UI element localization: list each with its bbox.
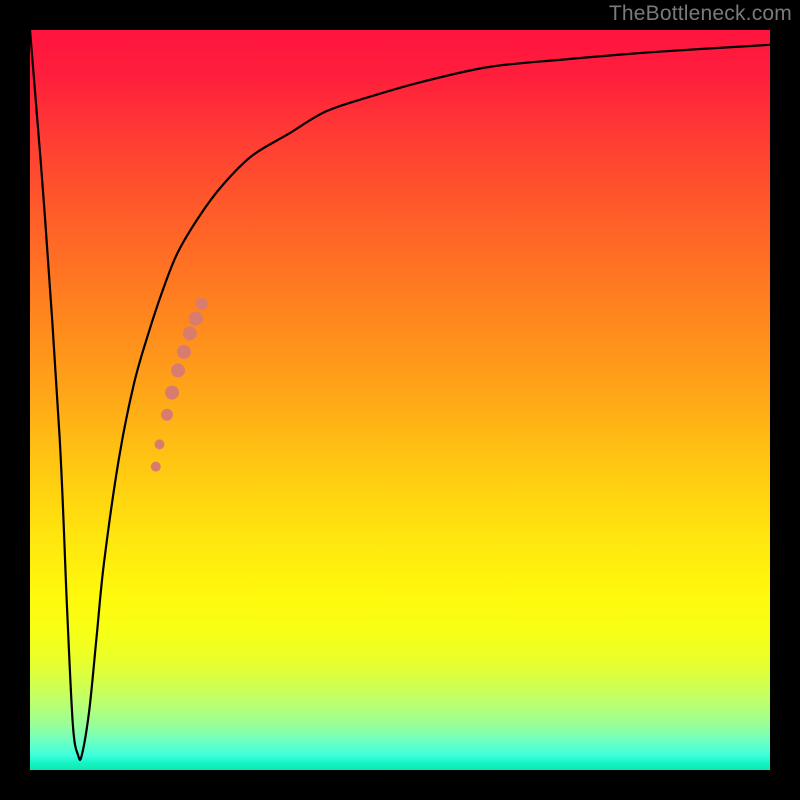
highlight-dot	[183, 326, 197, 340]
highlight-markers	[151, 298, 208, 472]
highlight-dot	[151, 462, 161, 472]
highlight-dot	[196, 298, 208, 310]
highlight-dot	[161, 409, 173, 421]
highlight-dot	[171, 363, 185, 377]
bottleneck-curve	[30, 30, 770, 760]
highlight-dot	[189, 312, 203, 326]
chart-frame: TheBottleneck.com	[0, 0, 800, 800]
curve-svg	[30, 30, 770, 770]
highlight-dot	[165, 386, 179, 400]
highlight-dot	[177, 345, 191, 359]
highlight-dot	[155, 439, 165, 449]
watermark-text: TheBottleneck.com	[609, 2, 792, 26]
plot-area	[30, 30, 770, 770]
